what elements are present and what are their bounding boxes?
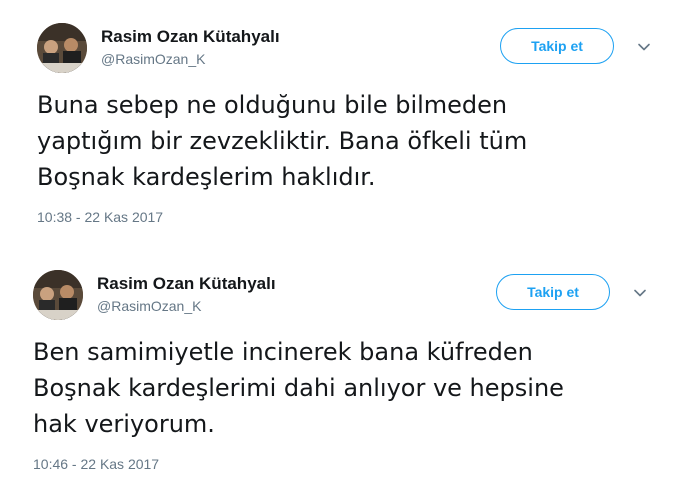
chevron-down-icon[interactable]	[632, 285, 648, 301]
tweet-timestamp[interactable]: 10:46 - 22 Kas 2017	[33, 456, 159, 472]
author-name[interactable]: Rasim Ozan Kütahyalı	[101, 27, 280, 47]
tweet-text: Ben samimiyetle incinerek bana küfreden …	[33, 338, 564, 438]
avatar[interactable]	[33, 270, 83, 320]
avatar[interactable]	[37, 23, 87, 73]
author-handle[interactable]: @RasimOzan_K	[97, 298, 201, 314]
tweet-text: Buna sebep ne olduğunu bile bilmeden yap…	[37, 91, 528, 191]
tweet-timestamp[interactable]: 10:38 - 22 Kas 2017	[37, 209, 163, 225]
chevron-down-icon[interactable]	[636, 39, 652, 55]
author-name[interactable]: Rasim Ozan Kütahyalı	[97, 274, 276, 294]
author-handle[interactable]: @RasimOzan_K	[101, 51, 205, 67]
follow-button[interactable]: Takip et	[500, 28, 614, 64]
follow-button[interactable]: Takip et	[496, 274, 610, 310]
avatar-photo	[33, 270, 83, 320]
avatar-photo	[37, 23, 87, 73]
